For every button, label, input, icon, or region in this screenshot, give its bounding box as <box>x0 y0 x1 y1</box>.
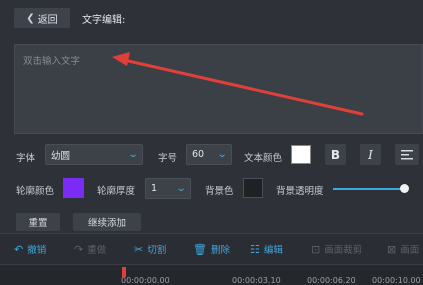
continue-add-button-label: 继续添加 <box>87 218 126 229</box>
redo-label: 重做 <box>87 245 107 256</box>
trash-icon: 🗑 <box>193 242 207 256</box>
scissors-icon: ✂ <box>134 242 144 256</box>
font-select-value: 幼圆 <box>51 150 71 162</box>
chevron-down-icon: ⌄ <box>175 183 187 194</box>
text-input-placeholder: 双击输入文字 <box>23 56 81 67</box>
font-size-label: 字号 <box>158 153 178 164</box>
bg-opacity-label: 背景透明度 <box>276 186 324 197</box>
chevron-down-icon: ⌄ <box>216 149 228 160</box>
bg-opacity-slider-thumb[interactable] <box>399 184 409 193</box>
edit-button[interactable]: ☷ 编辑 <box>250 242 283 257</box>
undo-icon: ↶ <box>14 242 24 256</box>
reset-button-label: 重置 <box>28 218 48 229</box>
back-button-label: 返回 <box>37 14 58 26</box>
undo-label: 撤销 <box>27 245 47 256</box>
crop-label: 画面裁剪 <box>324 245 363 256</box>
outline-width-label: 轮廓厚度 <box>97 186 136 197</box>
italic-button[interactable]: I <box>360 144 381 165</box>
text-color-label: 文本颜色 <box>244 153 283 164</box>
font-size-select[interactable]: 60 ⌄ <box>186 144 232 165</box>
more-label: 画面 <box>400 245 420 256</box>
undo-button[interactable]: ↶ 撤销 <box>14 242 47 257</box>
page-title: 文字编辑: <box>82 15 126 26</box>
text-input-area[interactable]: 双击输入文字 <box>14 44 423 134</box>
bold-button[interactable]: B <box>325 144 346 165</box>
more-button[interactable]: ⊠ 画面 <box>387 242 420 257</box>
edit-list-icon: ☷ <box>250 242 260 256</box>
align-left-icon <box>401 149 413 159</box>
timeline-ruler[interactable]: 00:00:00.00 00:00:03.10 00:00:06.20 00:0… <box>0 264 423 285</box>
chevron-down-icon: ⌄ <box>127 149 139 160</box>
edit-toolbar: ↶ 撤销 ↷ 重做 ✂ 切割 🗑 删除 ☷ 编辑 ⊡ 画面裁剪 ⊠ 画面 <box>0 233 423 264</box>
delete-button[interactable]: 🗑 删除 <box>193 242 230 257</box>
delete-label: 删除 <box>210 245 230 256</box>
edit-label: 编辑 <box>263 245 283 256</box>
font-select[interactable]: 幼圆 ⌄ <box>45 144 143 165</box>
cut-label: 切割 <box>147 245 167 256</box>
back-button[interactable]: ❮ 返回 <box>14 8 70 28</box>
bg-color-swatch[interactable] <box>243 178 263 198</box>
bold-icon: B <box>330 147 341 162</box>
reset-button[interactable]: 重置 <box>16 213 60 231</box>
cut-button[interactable]: ✂ 切割 <box>134 242 167 257</box>
picture-icon: ⊠ <box>387 242 397 256</box>
outline-color-label: 轮廓颜色 <box>16 186 55 197</box>
italic-icon: I <box>368 147 373 162</box>
text-color-swatch[interactable] <box>291 145 311 164</box>
crop-icon: ⊡ <box>311 242 321 256</box>
font-label: 字体 <box>16 153 36 164</box>
outline-width-select[interactable]: 1 ⌄ <box>145 178 191 199</box>
continue-add-button[interactable]: 继续添加 <box>73 213 141 231</box>
outline-width-select-value: 1 <box>151 183 158 194</box>
font-size-select-value: 60 <box>192 149 205 160</box>
chevron-left-icon: ❮ <box>26 12 35 24</box>
bg-opacity-slider-track[interactable] <box>333 188 408 190</box>
redo-button[interactable]: ↷ 重做 <box>74 242 107 257</box>
redo-icon: ↷ <box>74 242 84 256</box>
crop-button[interactable]: ⊡ 画面裁剪 <box>311 242 363 257</box>
bg-color-label: 背景色 <box>205 186 234 197</box>
outline-color-swatch[interactable] <box>63 178 84 198</box>
align-button[interactable] <box>395 144 419 165</box>
